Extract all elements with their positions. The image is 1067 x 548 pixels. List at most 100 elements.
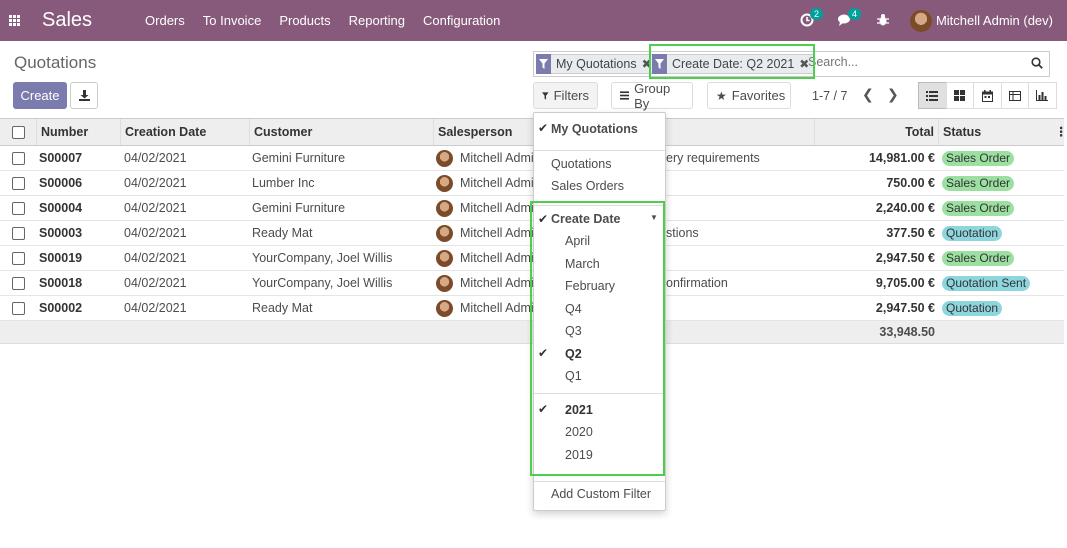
cell-total: 9,705.00 €	[875, 276, 935, 290]
cell-date: 04/02/2021	[124, 301, 187, 315]
cell-number: S00003	[39, 226, 83, 240]
cell-salesperson: Mitchell Admi	[460, 226, 534, 240]
row-checkbox[interactable]	[12, 227, 25, 240]
cell-customer: Lumber Inc	[252, 176, 315, 190]
column-total[interactable]: Total	[814, 119, 938, 145]
row-checkbox[interactable]	[12, 202, 25, 215]
salesperson-avatar	[436, 300, 453, 317]
sum-total: 33,948.50	[879, 325, 935, 339]
column-status[interactable]: Status	[938, 119, 1052, 145]
filter-my-quotations[interactable]: My Quotations	[534, 118, 665, 140]
filter-icon	[536, 54, 551, 74]
cell-salesperson: Mitchell Admi	[460, 176, 534, 190]
create-button[interactable]: Create	[13, 82, 67, 109]
menu-orders[interactable]: Orders	[136, 13, 194, 28]
column-number[interactable]: Number	[36, 119, 120, 145]
cell-date: 04/02/2021	[124, 226, 187, 240]
menu-products[interactable]: Products	[270, 13, 339, 28]
cell-customer: YourCompany, Joel Willis	[252, 276, 393, 290]
optional-columns-icon[interactable]: ⋮	[1052, 119, 1067, 145]
row-checkbox[interactable]	[12, 177, 25, 190]
table-row[interactable]: S00007 04/02/2021 Gemini Furniture Mitchell…	[0, 146, 1064, 171]
facet-my-quotations: My Quotations ✖	[536, 54, 657, 74]
menu-to-invoice[interactable]: To Invoice	[194, 13, 271, 28]
pager-value[interactable]: 1-7 / 7	[812, 89, 847, 103]
cell-total: 14,981.00 €	[868, 151, 935, 165]
salesperson-avatar	[436, 150, 453, 167]
download-button[interactable]	[70, 82, 98, 109]
select-all-checkbox[interactable]	[12, 126, 25, 139]
column-customer[interactable]: Customer	[249, 119, 433, 145]
cell-customer: Ready Mat	[252, 226, 313, 240]
row-checkbox[interactable]	[12, 152, 25, 165]
groupby-label: Group By	[634, 80, 671, 111]
row-checkbox[interactable]	[12, 277, 25, 290]
status-badge: Sales Order	[942, 201, 1015, 216]
cell-salesperson: Mitchell Admi	[460, 301, 534, 315]
table-header: Number Creation Date Customer Salesperso…	[0, 118, 1067, 146]
search-icon[interactable]	[1031, 57, 1043, 72]
status-badge: Quotation	[942, 226, 1003, 241]
dropdown-divider	[534, 150, 665, 151]
graph-view-icon[interactable]	[1028, 82, 1057, 109]
filter-sales-orders[interactable]: Sales Orders	[534, 175, 665, 197]
filter-quotations[interactable]: Quotations	[534, 153, 665, 175]
cell-number: S00004	[39, 201, 83, 215]
row-checkbox[interactable]	[12, 252, 25, 265]
pager-previous-icon[interactable]: ❮	[862, 86, 874, 103]
cell-date: 04/02/2021	[124, 251, 187, 265]
bug-icon[interactable]	[876, 13, 892, 29]
row-checkbox[interactable]	[12, 302, 25, 315]
cell-number: S00007	[39, 151, 83, 165]
status-badge: Quotation	[942, 301, 1003, 316]
status-badge: Quotation Sent	[942, 276, 1031, 291]
menu-reporting[interactable]: Reporting	[340, 13, 414, 28]
cell-salesperson: Mitchell Admi	[460, 151, 534, 165]
activity-clock-icon[interactable]: 2	[800, 7, 823, 29]
calendar-view-icon[interactable]	[973, 82, 1002, 109]
favorites-button[interactable]: ★ Favorites	[707, 82, 791, 109]
add-custom-filter[interactable]: Add Custom Filter	[534, 483, 665, 505]
kanban-view-icon[interactable]	[945, 82, 974, 109]
menu-configuration[interactable]: Configuration	[414, 13, 509, 28]
salesperson-avatar	[436, 275, 453, 292]
systray: 2 4 Mitchell Admin (dev)	[800, 0, 1067, 41]
filters-button[interactable]: Filters	[533, 82, 598, 109]
cell-customer: YourCompany, Joel Willis	[252, 251, 393, 265]
cell-salesperson: Mitchell Admi	[460, 276, 534, 290]
pager-next-icon[interactable]: ❯	[887, 86, 899, 103]
cell-extra: onfirmation	[666, 276, 728, 290]
status-badge: Sales Order	[942, 151, 1015, 166]
pivot-view-icon[interactable]	[1000, 82, 1029, 109]
favorites-label: Favorites	[731, 88, 786, 103]
apps-menu-icon[interactable]	[0, 0, 28, 41]
cell-date: 04/02/2021	[124, 151, 187, 165]
salesperson-avatar	[436, 225, 453, 242]
user-avatar[interactable]	[909, 9, 932, 32]
cell-total: 750.00 €	[886, 176, 935, 190]
user-name[interactable]: Mitchell Admin (dev)	[936, 13, 1053, 28]
cell-salesperson: Mitchell Admi	[460, 251, 534, 265]
groupby-button[interactable]: Group By	[611, 80, 693, 111]
cell-customer: Gemini Furniture	[252, 201, 346, 215]
cell-total: 2,947.50 €	[875, 251, 935, 265]
facet-label: My Quotations	[556, 57, 637, 71]
status-badge: Sales Order	[942, 251, 1015, 266]
column-creation-date[interactable]: Creation Date	[120, 119, 249, 145]
cell-date: 04/02/2021	[124, 176, 187, 190]
cell-number: S00006	[39, 176, 83, 190]
list-view-icon[interactable]	[918, 82, 947, 109]
cell-extra: stions	[666, 226, 699, 240]
cell-salesperson: Mitchell Admi	[460, 201, 534, 215]
table-row[interactable]: S00006 04/02/2021 Lumber Inc Mitchell Admi 7…	[0, 171, 1064, 196]
page-title: Quotations	[14, 53, 97, 72]
search-input[interactable]	[808, 55, 1008, 69]
cell-extra: ery requirements	[666, 151, 760, 165]
cell-number: S00019	[39, 251, 83, 265]
cell-total: 377.50 €	[886, 226, 935, 240]
messages-icon[interactable]: 4	[837, 7, 861, 29]
activity-badge: 2	[809, 7, 823, 20]
app-name[interactable]: Sales	[42, 9, 92, 32]
salesperson-avatar	[436, 200, 453, 217]
star-icon: ★	[716, 88, 727, 103]
